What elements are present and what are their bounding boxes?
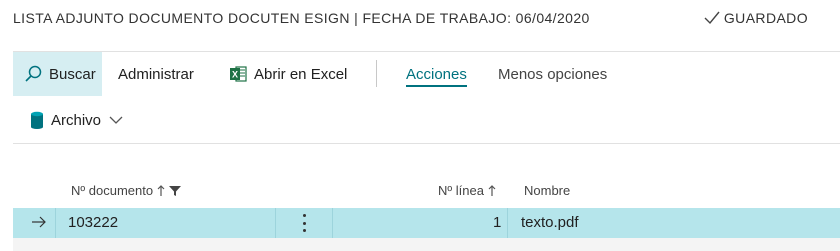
table-row[interactable]: 103222 1 texto.pdf [13,208,840,238]
arrow-right-icon [32,216,46,228]
saved-status-label: GUARDADO [723,10,808,26]
grid-header: Nº documento Nº línea Nombre [0,176,840,206]
svg-text:X: X [232,70,238,80]
title-bar: LISTA ADJUNTO DOCUMENTO DOCUTEN ESIGN | … [0,0,840,36]
more-vertical-icon[interactable] [300,214,308,232]
column-header-name[interactable]: Nombre [524,183,570,198]
column-header-line-no[interactable]: Nº línea [438,183,496,198]
active-tab-underline [406,85,467,87]
open-in-excel-label: Abrir en Excel [254,65,348,83]
cell-divider [275,208,276,238]
check-icon [704,11,720,25]
tab-acciones-label: Acciones [406,65,467,83]
column-header-doc-no[interactable]: Nº documento [71,183,182,198]
fewer-options-button[interactable]: Menos opciones [498,52,607,96]
search-icon [25,65,42,82]
tab-acciones[interactable]: Acciones [406,52,467,96]
manage-button-label: Administrar [118,65,194,83]
saved-status: GUARDADO [704,10,808,26]
search-button-label: Buscar [49,65,96,83]
divider [13,143,840,144]
cell-divider [507,208,508,238]
action-bar: Buscar Administrar X Abrir en Excel Acci… [0,52,840,96]
empty-row-area [13,238,840,251]
cell-doc-no[interactable]: 103222 [68,214,118,231]
cell-divider [55,208,56,238]
toolbar-separator [376,60,377,87]
cell-name[interactable]: texto.pdf [521,214,579,231]
database-icon [31,111,43,129]
cell-line-no[interactable]: 1 [493,214,501,231]
page-title: LISTA ADJUNTO DOCUMENTO DOCUTEN ESIGN | … [13,10,590,26]
chevron-down-icon [109,116,123,124]
search-button[interactable]: Buscar [13,52,102,96]
column-header-line-no-label: Nº línea [438,183,484,198]
open-in-excel-button[interactable]: X Abrir en Excel [229,52,347,96]
archivo-menu-button[interactable]: Archivo [30,97,123,143]
archivo-label: Archivo [51,111,102,129]
column-header-doc-no-label: Nº documento [71,183,154,198]
filter-icon [169,185,182,196]
excel-icon: X [230,66,247,82]
fewer-options-label: Menos opciones [498,65,608,83]
cell-divider [332,208,333,238]
sort-up-icon [488,184,496,196]
sort-up-icon [157,184,165,196]
manage-button[interactable]: Administrar [118,52,194,96]
column-header-name-label: Nombre [524,183,571,198]
